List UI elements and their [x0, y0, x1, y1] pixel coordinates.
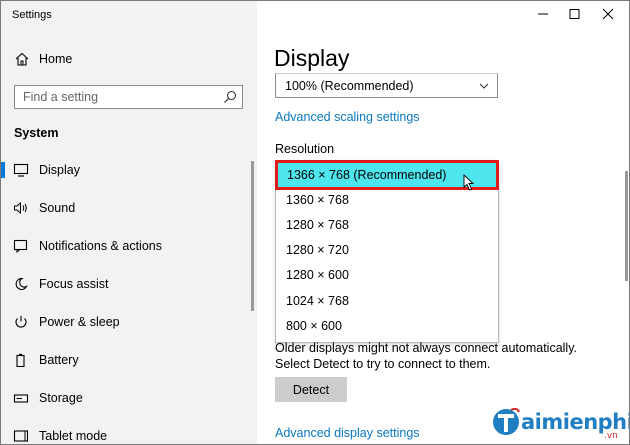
active-indicator	[1, 162, 5, 178]
watermark-logo: aimienphi .vn	[491, 404, 629, 444]
detect-button[interactable]: Detect	[275, 377, 347, 402]
mouse-cursor-icon	[463, 174, 475, 191]
notifications-icon	[13, 239, 28, 253]
main-content: Display 100% (Recommended) Advanced scal…	[257, 1, 630, 444]
battery-icon	[16, 353, 25, 367]
sidebar-item-label: Sound	[39, 201, 76, 215]
sidebar-item-display[interactable]: Display	[1, 155, 257, 185]
option-label: 1280 × 720	[286, 243, 349, 257]
option-label: 800 × 600	[286, 319, 342, 333]
storage-icon	[13, 394, 29, 403]
sidebar-item-storage[interactable]: Storage	[1, 383, 257, 413]
sidebar-item-label: Focus assist	[39, 277, 109, 291]
option-label: 1360 × 768	[286, 193, 349, 207]
settings-window: Settings Home System Display	[0, 0, 630, 445]
brand-logo-icon	[493, 407, 520, 435]
home-label: Home	[39, 52, 73, 66]
sidebar-item-focus-assist[interactable]: Focus assist	[1, 269, 257, 299]
window-title: Settings	[12, 9, 52, 21]
detect-description: Older displays might not always connect …	[275, 341, 577, 371]
option-label: 1280 × 600	[286, 268, 349, 282]
resolution-option[interactable]: 1280 × 720	[277, 238, 497, 262]
close-button[interactable]	[585, 1, 630, 27]
scale-dropdown[interactable]: 100% (Recommended)	[275, 73, 498, 98]
brand-domain: .vn	[604, 431, 618, 441]
advanced-display-link[interactable]: Advanced display settings	[275, 426, 420, 440]
scale-value: 100% (Recommended)	[285, 79, 414, 93]
sidebar-item-label: Battery	[39, 353, 79, 367]
resolution-label: Resolution	[275, 142, 335, 156]
sidebar-item-tablet-mode[interactable]: Tablet mode	[1, 421, 257, 444]
home-icon	[15, 52, 29, 66]
chevron-down-icon	[479, 83, 489, 89]
sidebar-item-label: Storage	[39, 391, 83, 405]
resolution-option[interactable]: 1360 × 768	[277, 188, 497, 212]
resolution-option[interactable]: 800 × 600	[277, 314, 497, 338]
sidebar-item-notifications[interactable]: Notifications & actions	[1, 231, 257, 261]
option-label: 1366 × 768 (Recommended)	[287, 168, 447, 182]
option-label: 1024 × 768	[286, 294, 349, 308]
sidebar-scrollbar[interactable]	[251, 161, 254, 311]
option-label: 1280 × 768	[286, 218, 349, 232]
sidebar-item-label: Power & sleep	[39, 315, 120, 329]
speaker-icon	[14, 201, 27, 215]
page-title: Display	[274, 45, 350, 71]
sidebar: Settings Home System Display	[1, 1, 257, 444]
search-input[interactable]	[15, 86, 215, 108]
moon-icon	[15, 277, 28, 291]
sidebar-item-label: Notifications & actions	[39, 239, 162, 253]
search-box[interactable]	[14, 85, 243, 109]
advanced-scaling-link[interactable]: Advanced scaling settings	[275, 110, 420, 124]
home-nav-item[interactable]: Home	[1, 45, 257, 73]
resolution-option[interactable]: 1024 × 768	[277, 289, 497, 313]
sidebar-item-label: Display	[39, 163, 80, 177]
tablet-icon	[13, 430, 29, 442]
sidebar-item-power-sleep[interactable]: Power & sleep	[1, 307, 257, 337]
section-heading: System	[14, 126, 59, 140]
sidebar-item-battery[interactable]: Battery	[1, 345, 257, 375]
monitor-icon	[13, 163, 29, 177]
power-icon	[15, 315, 27, 328]
content-scrollbar[interactable]	[625, 171, 628, 281]
search-icon[interactable]	[223, 90, 237, 104]
resolution-option[interactable]: 1280 × 768	[277, 213, 497, 237]
resolution-option[interactable]: 1280 × 600	[277, 263, 497, 287]
sidebar-item-label: Tablet mode	[39, 429, 108, 443]
sidebar-item-sound[interactable]: Sound	[1, 193, 257, 223]
